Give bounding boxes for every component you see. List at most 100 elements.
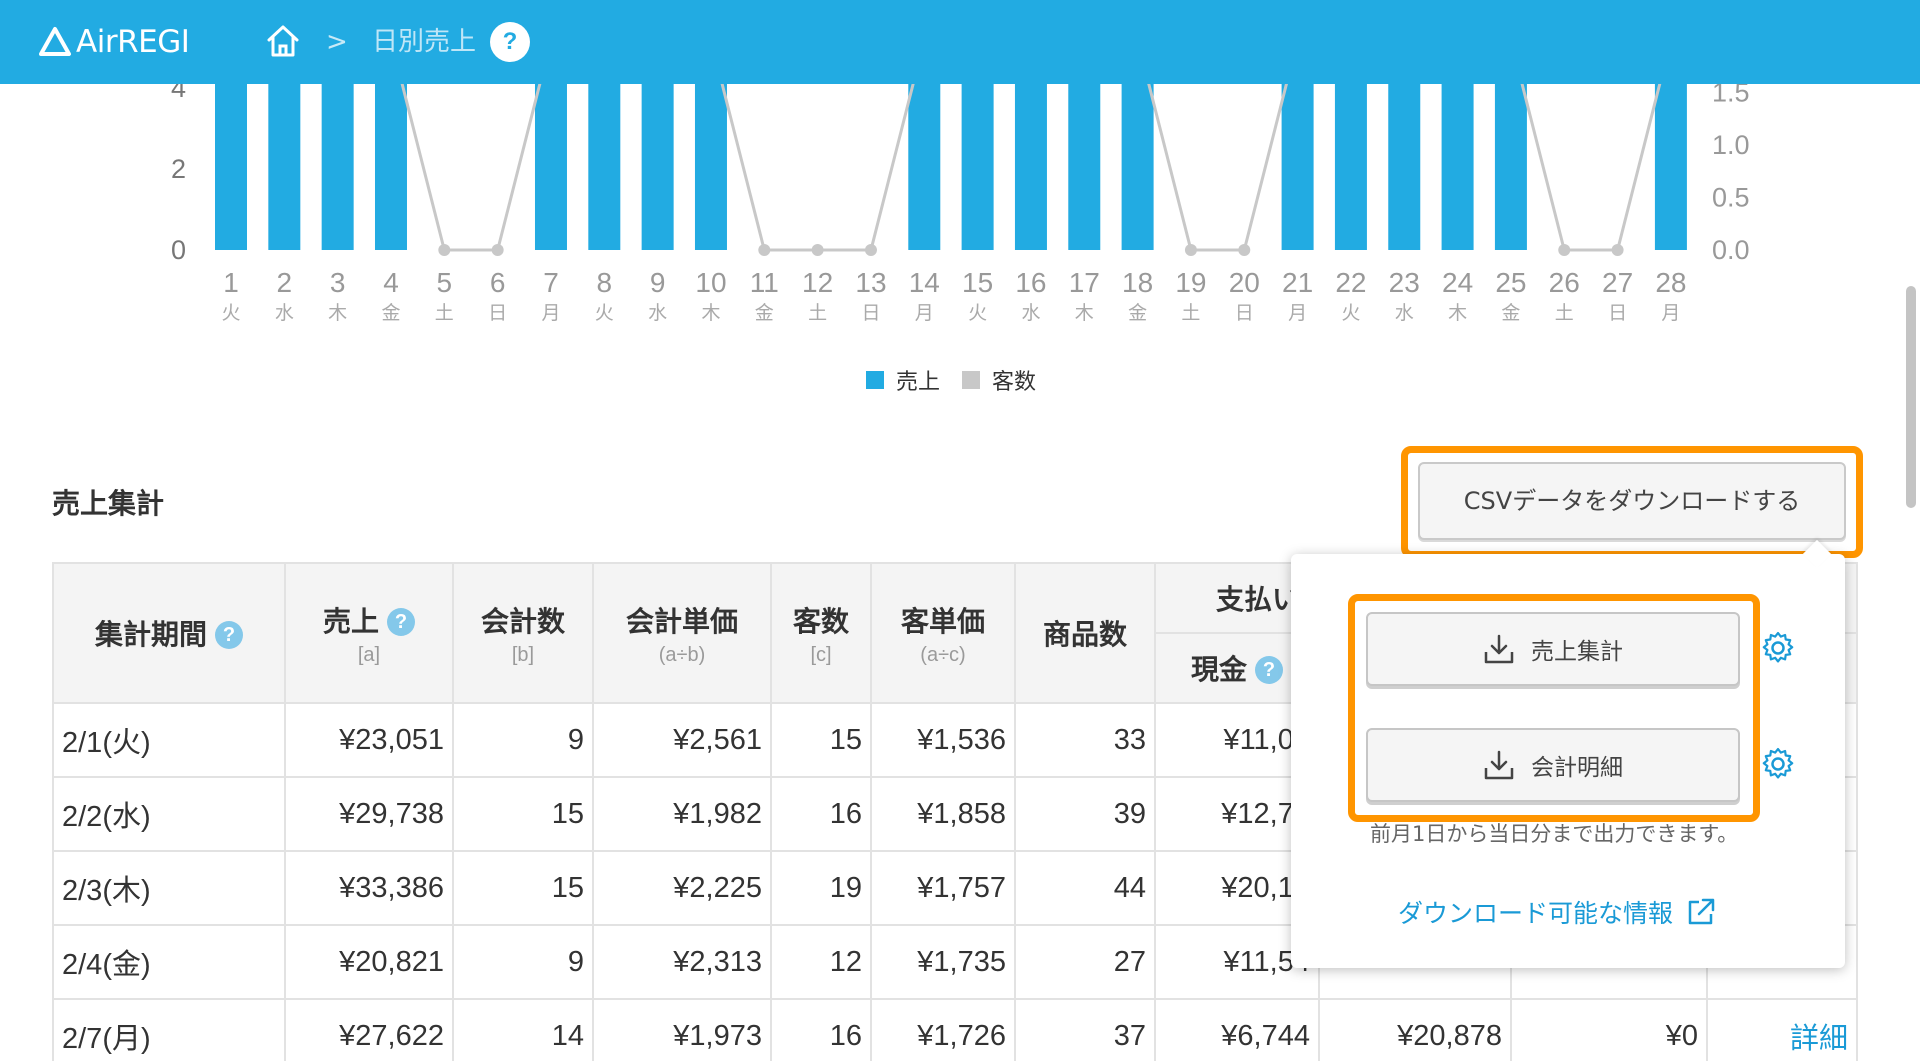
x-weekday-label: 土 [808, 302, 827, 324]
legend-swatch-customers [962, 371, 981, 389]
header-customers-sub: [c] [810, 643, 832, 666]
x-weekday-label: 水 [1395, 302, 1414, 324]
header-cust-unit: 客単価 (a÷c) [870, 562, 1016, 704]
y-left-tick: 2 [171, 154, 186, 184]
cell-cust_unit: ¥1,536 [870, 702, 1016, 778]
y-right-tick: 0.5 [1712, 183, 1750, 213]
cell-misc: ¥0 [1510, 998, 1708, 1061]
customers-point[interactable] [491, 244, 504, 256]
sales-bar[interactable] [1281, 84, 1314, 250]
cell-count: 14 [452, 998, 594, 1061]
sales-bar[interactable] [534, 84, 567, 250]
cell-sales: ¥29,738 [284, 776, 454, 852]
customers-point[interactable] [1611, 244, 1624, 256]
cell-sales: ¥23,051 [284, 702, 454, 778]
cell-link[interactable]: 詳細 [1706, 998, 1858, 1061]
header-sales-label: 売上 [322, 605, 379, 637]
x-weekday-label: 水 [648, 302, 667, 324]
x-day-label: 28 [1655, 267, 1686, 298]
sales-help-icon[interactable]: ? [387, 607, 415, 636]
sales-bar[interactable] [1014, 84, 1047, 250]
customers-point[interactable] [811, 244, 824, 256]
cell-customers: 15 [770, 702, 872, 778]
sales-bar[interactable] [1494, 84, 1527, 250]
x-weekday-label: 月 [541, 302, 560, 324]
x-day-label: 27 [1602, 267, 1633, 298]
x-day-label: 18 [1122, 267, 1153, 298]
x-weekday-label: 火 [968, 302, 987, 324]
sales-bar[interactable] [908, 84, 941, 250]
x-day-label: 21 [1282, 267, 1313, 298]
daily-sales-chart: 024680.00.51.01.51火2水3木4金5土6日7月8火9水10木11… [171, 84, 1750, 324]
logo-text: AirREGI [76, 24, 190, 60]
header-unit-label: 会計単価 [625, 605, 738, 637]
cell-other: ¥20,878 [1318, 998, 1512, 1061]
download-note: 前月1日から当日分まで出力できます。 [1370, 822, 1739, 846]
cell-unit: ¥2,561 [592, 702, 772, 778]
x-weekday-label: 土 [435, 302, 454, 324]
cell-count: 9 [452, 924, 594, 1000]
home-icon[interactable] [264, 22, 302, 60]
customers-point[interactable] [438, 244, 451, 256]
cell-sales: ¥33,386 [284, 850, 454, 926]
cell-unit: ¥2,225 [592, 850, 772, 926]
airregi-logo[interactable]: AirREGI [38, 22, 190, 62]
header-count: 会計数 [b] [452, 562, 594, 704]
x-day-label: 12 [802, 267, 833, 298]
cell-date: 2/4(金) [52, 924, 286, 1000]
legend-swatch-sales [866, 371, 884, 389]
x-day-label: 10 [695, 267, 726, 298]
period-help-icon[interactable]: ? [215, 621, 243, 649]
scrollbar-thumb[interactable] [1906, 286, 1916, 508]
logo-triangle-icon [39, 27, 71, 56]
header-items-label: 商品数 [1042, 619, 1127, 650]
customers-point[interactable] [1184, 244, 1197, 256]
y-right-tick: 1.0 [1712, 130, 1750, 160]
header-unit-sub: (a÷b) [658, 643, 706, 666]
sales-bar[interactable] [1388, 84, 1421, 250]
x-weekday-label: 木 [328, 302, 347, 324]
transaction-detail-settings-gear-icon[interactable] [1760, 746, 1796, 782]
sales-bar[interactable] [588, 84, 621, 250]
sales-bar[interactable] [1441, 84, 1474, 250]
sales-bar[interactable] [1334, 84, 1367, 250]
cell-unit: ¥1,973 [592, 998, 772, 1061]
sales-bar[interactable] [1068, 84, 1101, 250]
sales-bar[interactable] [1121, 84, 1154, 250]
download-transaction-detail-button[interactable]: 会計明細 [1366, 728, 1740, 802]
detail-link[interactable]: 詳細 [1790, 1023, 1848, 1055]
customers-point[interactable] [1558, 244, 1571, 256]
header-period: 集計期間? [52, 562, 286, 704]
y-left-tick: 4 [171, 84, 186, 103]
customers-point[interactable] [758, 244, 771, 256]
download-sales-summary-button[interactable]: 売上集計 [1366, 612, 1740, 686]
cell-items: 33 [1014, 702, 1156, 778]
table-row: 2/7(月) ¥27,622 14 ¥1,973 16 ¥1,726 37 ¥6,744 ¥20… [52, 998, 1858, 1061]
x-day-label: 2 [277, 267, 293, 298]
csv-download-button[interactable]: CSVデータをダウンロードする [1418, 462, 1846, 540]
help-icon[interactable]: ? [490, 22, 530, 62]
x-weekday-label: 土 [1555, 302, 1574, 324]
x-day-label: 11 [750, 267, 779, 298]
x-weekday-label: 金 [381, 302, 400, 324]
sales-bar[interactable] [268, 84, 301, 250]
sales-bar[interactable] [374, 84, 407, 250]
sales-summary-settings-gear-icon[interactable] [1760, 630, 1796, 666]
header-cust-unit-sub: (a÷c) [920, 643, 966, 666]
x-weekday-label: 木 [1448, 302, 1467, 324]
x-day-label: 5 [437, 267, 453, 298]
legend-item-customers[interactable]: 客数 [962, 364, 1036, 396]
legend-item-sales[interactable]: 売上 [866, 364, 940, 396]
downloadable-info-link[interactable]: ダウンロード可能な情報 [1398, 894, 1717, 930]
header-period-label: 集計期間 [94, 619, 207, 650]
sales-bar[interactable] [215, 84, 247, 250]
sales-bar[interactable] [641, 84, 674, 250]
x-day-label: 6 [490, 267, 506, 298]
customers-point[interactable] [1238, 244, 1251, 256]
sales-bar[interactable] [321, 84, 354, 250]
sales-bar[interactable] [1654, 84, 1687, 250]
cash-help-icon[interactable]: ? [1255, 656, 1283, 684]
sales-bar[interactable] [694, 84, 727, 250]
customers-point[interactable] [864, 244, 877, 256]
sales-bar[interactable] [961, 84, 994, 250]
